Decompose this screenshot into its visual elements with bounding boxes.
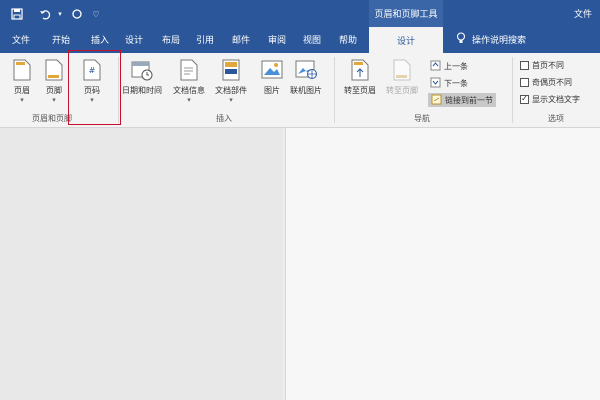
- picture-button[interactable]: 图片: [260, 57, 284, 96]
- next-icon: [430, 77, 441, 90]
- page-number-icon-glyph: #: [89, 66, 96, 75]
- date-time-label: 日期和时间: [122, 86, 162, 95]
- previous-icon: [430, 60, 441, 73]
- page-number-dropdown-icon: ▾: [90, 96, 94, 104]
- goto-footer-button[interactable]: 转至页脚: [386, 57, 418, 96]
- group-label-header-footer: 页眉和页脚: [32, 114, 72, 123]
- redo-icon[interactable]: [68, 5, 86, 23]
- previous-button[interactable]: 上一条: [430, 59, 468, 73]
- page-number-label: 页码: [84, 86, 100, 95]
- picture-label: 图片: [264, 86, 280, 95]
- group-label-insert: 插入: [216, 114, 232, 123]
- calendar-icon: [130, 57, 154, 83]
- lightbulb-icon: [456, 32, 466, 47]
- checkbox-unchecked-icon: [520, 60, 529, 70]
- footer-icon: [42, 57, 66, 83]
- document-info-icon: [177, 57, 201, 83]
- tab-layout[interactable]: 布局: [162, 33, 180, 46]
- footer-dropdown-icon: ▾: [52, 96, 56, 104]
- document-parts-label: 文档部件: [215, 86, 247, 95]
- tab-view[interactable]: 视图: [303, 33, 321, 46]
- first-page-different-checkbox[interactable]: 首页不同: [520, 58, 564, 72]
- tab-review[interactable]: 审阅: [268, 33, 286, 46]
- page-number-icon: #: [80, 57, 104, 83]
- checkbox-unchecked-icon: [520, 77, 529, 87]
- file-name-label: 文件: [573, 10, 592, 20]
- footer-button[interactable]: 页脚 ▾: [42, 57, 66, 104]
- show-document-text-label: 显示文档文字: [532, 94, 580, 104]
- contextual-tool-header: 页眉和页脚工具: [369, 0, 443, 27]
- previous-label: 上一条: [444, 61, 468, 71]
- tab-file[interactable]: 文件: [12, 33, 30, 46]
- goto-footer-label: 转至页脚: [386, 86, 418, 95]
- link-to-previous-label: 链接到前一节: [445, 95, 493, 105]
- group-label-options: 选项: [548, 114, 564, 123]
- link-to-previous-button[interactable]: 链接到前一节: [428, 93, 496, 107]
- goto-footer-icon: [390, 57, 414, 83]
- document-parts-button[interactable]: 文档部件 ▾: [215, 57, 247, 104]
- date-time-button[interactable]: 日期和时间: [122, 57, 162, 96]
- tab-mailings[interactable]: 邮件: [232, 33, 250, 46]
- tell-me-search[interactable]: 操作说明搜索: [456, 32, 526, 47]
- tab-references[interactable]: 引用: [196, 33, 214, 46]
- undo-icon[interactable]: [36, 5, 54, 23]
- goto-header-label: 转至页眉: [344, 86, 376, 95]
- header-button[interactable]: 页眉 ▾: [10, 57, 34, 104]
- checkbox-checked-icon: ✓: [520, 94, 529, 104]
- header-label: 页眉: [14, 86, 30, 95]
- group-divider: [334, 57, 335, 123]
- document-info-button[interactable]: 文档信息 ▾: [173, 57, 205, 104]
- tab-design-active[interactable]: 设计: [369, 27, 443, 53]
- tab-help[interactable]: 帮助: [339, 33, 357, 46]
- tab-insert[interactable]: 插入: [91, 33, 109, 46]
- goto-header-icon: [348, 57, 372, 83]
- header-dropdown-icon: ▾: [20, 96, 24, 104]
- save-icon[interactable]: [8, 5, 26, 23]
- document-parts-icon: [219, 57, 243, 83]
- undo-dropdown-icon[interactable]: ▾: [55, 5, 65, 23]
- group-divider: [512, 57, 513, 123]
- ribbon-panel: 页眉 ▾ 页脚 ▾ # 页码 ▾ 页眉和页脚 日期和时间 文档信息 ▾ 文档部件: [0, 53, 600, 128]
- page-number-button[interactable]: # 页码 ▾: [80, 57, 104, 104]
- customize-quick-access-icon[interactable]: ♡: [90, 5, 102, 23]
- online-picture-icon: [294, 57, 318, 83]
- footer-label: 页脚: [46, 86, 62, 95]
- online-picture-button[interactable]: 联机图片: [290, 57, 322, 96]
- document-parts-dropdown-icon: ▾: [229, 96, 233, 104]
- goto-header-button[interactable]: 转至页眉: [344, 57, 376, 96]
- header-icon: [10, 57, 34, 83]
- document-info-label: 文档信息: [173, 86, 205, 95]
- picture-icon: [260, 57, 284, 83]
- document-info-dropdown-icon: ▾: [187, 96, 191, 104]
- first-page-different-label: 首页不同: [532, 60, 564, 70]
- title-bar: ▾ ♡ 页眉和页脚工具 文件: [0, 0, 600, 27]
- next-button[interactable]: 下一条: [430, 76, 468, 90]
- tab-home[interactable]: 开始: [52, 33, 70, 46]
- odd-even-different-label: 奇偶页不同: [532, 77, 572, 87]
- show-document-text-checkbox[interactable]: ✓ 显示文档文字: [520, 92, 580, 106]
- document-page[interactable]: [285, 128, 600, 400]
- document-canvas-left: [0, 128, 283, 400]
- next-label: 下一条: [444, 78, 468, 88]
- group-divider: [118, 57, 119, 123]
- tab-design-main[interactable]: 设计: [125, 33, 143, 46]
- tell-me-label: 操作说明搜索: [472, 36, 527, 46]
- odd-even-different-checkbox[interactable]: 奇偶页不同: [520, 75, 572, 89]
- group-label-navigation: 导航: [414, 114, 430, 123]
- online-picture-label: 联机图片: [290, 86, 322, 95]
- link-icon: [431, 94, 442, 107]
